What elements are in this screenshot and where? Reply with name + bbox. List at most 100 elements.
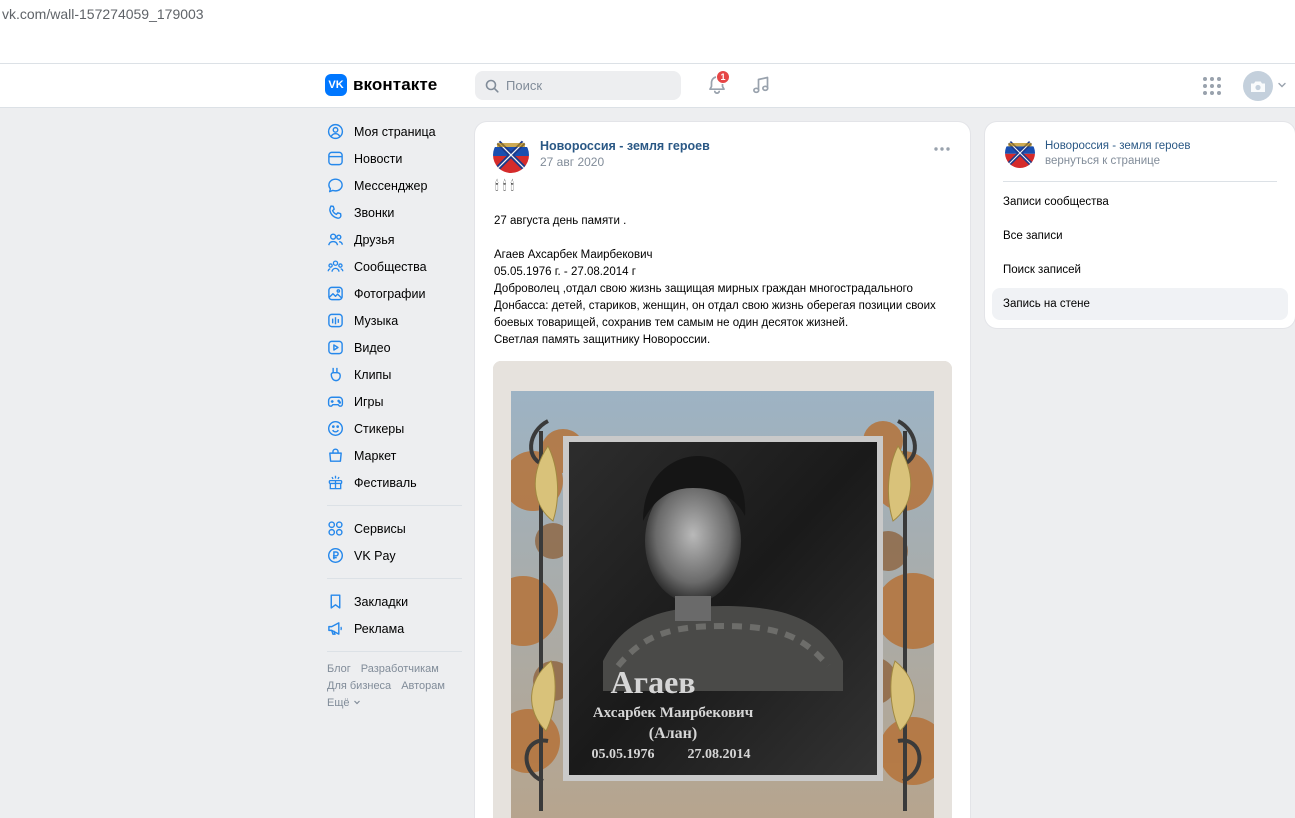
footer-link-developers[interactable]: Разработчикам: [361, 663, 439, 675]
sidebar-item-services[interactable]: Сервисы: [322, 515, 467, 542]
festival-icon: [328, 475, 343, 490]
sidebar-item-messenger[interactable]: Мессенджер: [322, 172, 467, 199]
back-to-page-link[interactable]: вернуться к странице: [1045, 155, 1160, 167]
community-name-link[interactable]: Новороссия - земля героев: [1045, 140, 1190, 152]
chevron-down-icon[interactable]: [1277, 80, 1287, 90]
post-text-line: 27 августа день памяти .: [494, 215, 627, 227]
sidebar-item-stickers[interactable]: Стикеры: [322, 415, 467, 442]
sidebar-item-clips[interactable]: Клипы: [322, 361, 467, 388]
left-sidebar: Моя страница Новости Мессенджер Звонки Д…: [322, 118, 467, 712]
footer-link-blog[interactable]: Блог: [327, 663, 351, 675]
ruble-icon: [327, 547, 344, 564]
post-author-link[interactable]: Новороссия - земля героев: [540, 139, 710, 153]
vk-logo-mark: VK: [325, 74, 347, 96]
sidebar-item-market[interactable]: Маркет: [322, 442, 467, 469]
sidebar-item-news[interactable]: Новости: [322, 145, 467, 172]
sidebar-item-label: Фестиваль: [354, 475, 417, 490]
shopping-bag-icon: [329, 448, 342, 462]
chat-bubble-icon: [328, 178, 343, 193]
post-photo[interactable]: Агаев Ахсарбек Маирбекович (Алан) 05.05.…: [493, 361, 952, 818]
sidebar-item-my-page[interactable]: Моя страница: [322, 118, 467, 145]
post-text: 27 августа день памяти . Агаев Ахсарбек …: [494, 213, 959, 349]
friends-icon: [328, 233, 344, 246]
plaque-nickname: (Алан): [649, 725, 697, 742]
sidebar-item-label: Друзья: [354, 232, 395, 247]
plaque-surname: Агаев: [610, 664, 695, 700]
apps-grid-icon[interactable]: [1202, 76, 1222, 96]
bookmark-icon: [330, 594, 341, 609]
post-text-line: боевых товарищей, сохранив тем самым не …: [494, 317, 849, 329]
notification-badge: 1: [716, 70, 730, 84]
chevron-down-icon: [353, 700, 360, 705]
sidebar-item-ads[interactable]: Реклама: [322, 615, 467, 642]
sidebar-item-photos[interactable]: Фотографии: [322, 280, 467, 307]
sidebar-item-label: VK Pay: [354, 548, 396, 563]
candle-emoji: 🕯🕯🕯: [495, 178, 519, 193]
sidebar-item-games[interactable]: Игры: [322, 388, 467, 415]
vk-logo[interactable]: VK вконтакте: [325, 74, 437, 96]
music-note-icon[interactable]: [750, 74, 772, 96]
sidebar-divider: [327, 578, 462, 579]
post-text-line: Доброволец ,отдал свою жизнь защищая мир…: [494, 283, 913, 295]
vk-logo-text: вконтакте: [353, 75, 438, 94]
sidebar-item-label: Реклама: [354, 621, 405, 636]
menu-item-search-posts[interactable]: Поиск записей: [992, 254, 1288, 286]
community-avatar-small[interactable]: [1005, 138, 1035, 168]
services-icon: [328, 521, 343, 536]
sidebar-divider: [327, 651, 462, 652]
post-text-line: Донбасса: детей, стариков, женщин, он от…: [494, 300, 936, 312]
user-circle-icon: [327, 123, 344, 140]
sidebar-item-vk-pay[interactable]: VK Pay: [322, 542, 467, 569]
footer-more-label: Ещё: [327, 697, 350, 709]
vk-header: VK вконтакте 1: [0, 64, 1295, 108]
sidebar-item-label: Звонки: [354, 205, 395, 220]
sidebar-item-communities[interactable]: Сообщества: [322, 253, 467, 280]
sidebar-item-label: Новости: [354, 151, 403, 166]
sidebar-item-festival[interactable]: Фестиваль: [322, 469, 467, 496]
menu-item-wall-post[interactable]: Запись на стене: [992, 288, 1288, 320]
smile-icon: [327, 420, 344, 437]
footer-more-link[interactable]: Ещё: [327, 695, 467, 712]
url-text[interactable]: vk.com/wall-157274059_179003: [2, 6, 204, 22]
user-avatar[interactable]: [1243, 71, 1273, 101]
sidebar-item-label: Игры: [354, 394, 384, 409]
post-text-line: [494, 230, 959, 247]
sidebar-item-label: Маркет: [354, 448, 397, 463]
plaque-born: 05.05.1976: [592, 747, 655, 762]
clips-icon: [330, 367, 341, 382]
wall-post: Новороссия - земля героев 27 авг 2020 🕯🕯…: [475, 122, 970, 818]
photo-icon: [328, 286, 343, 301]
search-box[interactable]: [475, 71, 681, 100]
browser-address-bar[interactable]: vk.com/wall-157274059_179003: [0, 0, 1295, 64]
sidebar-item-label: Закладки: [354, 594, 409, 609]
community-avatar[interactable]: [493, 137, 529, 173]
menu-item-community-posts[interactable]: Записи сообщества: [992, 186, 1288, 218]
footer-link-authors[interactable]: Авторам: [401, 680, 445, 692]
sidebar-item-video[interactable]: Видео: [322, 334, 467, 361]
sidebar-item-calls[interactable]: Звонки: [322, 199, 467, 226]
memorial-photo: Агаев Ахсарбек Маирбекович (Алан) 05.05.…: [493, 361, 952, 818]
sidebar-item-label: Музыка: [354, 313, 399, 328]
right-panel: Новороссия - земля героев вернуться к ст…: [985, 122, 1295, 328]
sidebar-item-label: Мессенджер: [354, 178, 428, 193]
sidebar-divider: [327, 505, 462, 506]
post-text-line: Агаев Ахсарбек Маирбекович: [494, 249, 653, 261]
sidebar-item-label: Сервисы: [354, 521, 406, 536]
sidebar-item-label: Видео: [354, 340, 391, 355]
more-options-icon[interactable]: [933, 146, 951, 152]
post-text-line: Светлая память защитнику Новороссии.: [494, 334, 711, 346]
sidebar-item-label: Стикеры: [354, 421, 405, 436]
footer-link-business[interactable]: Для бизнеса: [327, 680, 391, 692]
sidebar-item-label: Фотографии: [354, 286, 426, 301]
sidebar-item-friends[interactable]: Друзья: [322, 226, 467, 253]
menu-item-all-posts[interactable]: Все записи: [992, 220, 1288, 252]
post-text-line: 05.05.1976 г. - 27.08.2014 г: [494, 266, 636, 278]
search-input[interactable]: [506, 78, 676, 93]
sidebar-item-music[interactable]: Музыка: [322, 307, 467, 334]
sidebar-item-bookmarks[interactable]: Закладки: [322, 588, 467, 615]
sidebar-item-label: Клипы: [354, 367, 392, 382]
sidebar-item-label: Сообщества: [354, 259, 427, 274]
plaque-died: 27.08.2014: [688, 747, 751, 762]
post-date[interactable]: 27 авг 2020: [540, 155, 604, 169]
communities-icon: [327, 260, 344, 272]
